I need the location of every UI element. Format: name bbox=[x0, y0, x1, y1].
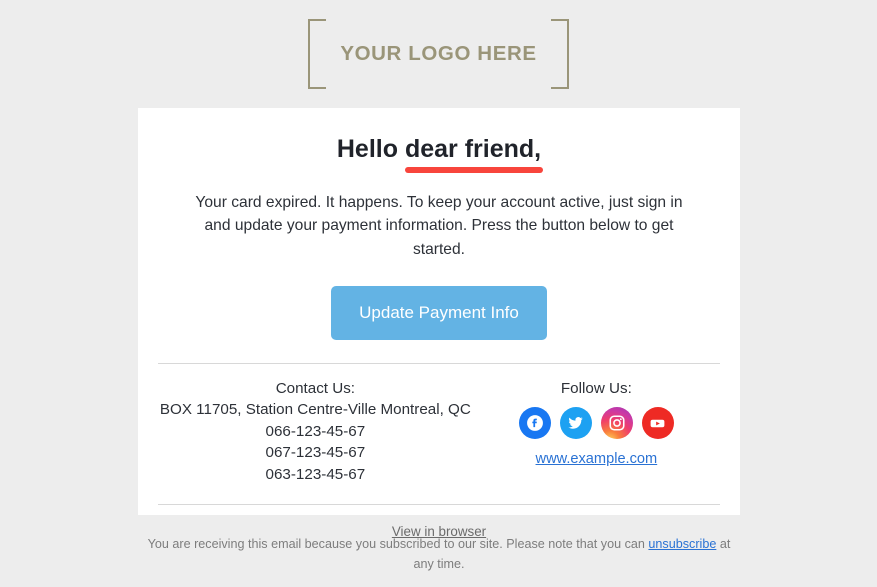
logo-frame: YOUR LOGO HERE bbox=[308, 19, 569, 89]
instagram-icon[interactable] bbox=[600, 407, 633, 440]
contact-address: BOX 11705, Station Centre-Ville Montreal… bbox=[159, 401, 471, 419]
footer-columns: Contact Us: BOX 11705, Station Centre-Vi… bbox=[138, 364, 740, 486]
unsubscribe-link[interactable]: unsubscribe bbox=[648, 537, 716, 551]
body-copy: Your card expired. It happens. To keep y… bbox=[195, 193, 683, 258]
follow-column: Follow Us: www.example.com bbox=[473, 378, 720, 470]
cta-container: Update Payment Info bbox=[138, 262, 740, 340]
contact-heading: Contact Us: bbox=[275, 379, 356, 397]
facebook-icon[interactable] bbox=[518, 407, 551, 440]
update-payment-info-button[interactable]: Update Payment Info bbox=[331, 285, 547, 340]
contact-phone-1: 066-123-45-67 bbox=[265, 422, 366, 440]
email-preview-page: YOUR LOGO HERE Hello dear friend, Your c… bbox=[0, 0, 877, 587]
social-links bbox=[473, 399, 720, 440]
page-title: Hello dear friend, bbox=[138, 108, 740, 172]
contact-phone-3: 063-123-45-67 bbox=[265, 465, 366, 483]
follow-heading: Follow Us: bbox=[560, 379, 632, 397]
headline-prefix: Hello bbox=[336, 135, 405, 163]
email-card: Hello dear friend, Your card expired. It… bbox=[138, 108, 740, 539]
headline-highlight: dear friend, bbox=[404, 135, 544, 172]
bracket-left-icon bbox=[308, 19, 327, 89]
logo-text: YOUR LOGO HERE bbox=[340, 41, 537, 65]
disclaimer-before: You are receiving this email because you… bbox=[147, 537, 649, 551]
youtube-icon[interactable] bbox=[641, 407, 674, 440]
logo-placeholder: YOUR LOGO HERE bbox=[0, 0, 877, 108]
contact-column: Contact Us: BOX 11705, Station Centre-Vi… bbox=[158, 378, 473, 486]
twitter-icon[interactable] bbox=[559, 407, 592, 440]
contact-phone-2: 067-123-45-67 bbox=[265, 444, 366, 462]
bracket-right-icon bbox=[550, 19, 569, 89]
website-link[interactable]: www.example.com bbox=[536, 449, 658, 470]
disclaimer-text: You are receiving this email because you… bbox=[138, 534, 740, 575]
